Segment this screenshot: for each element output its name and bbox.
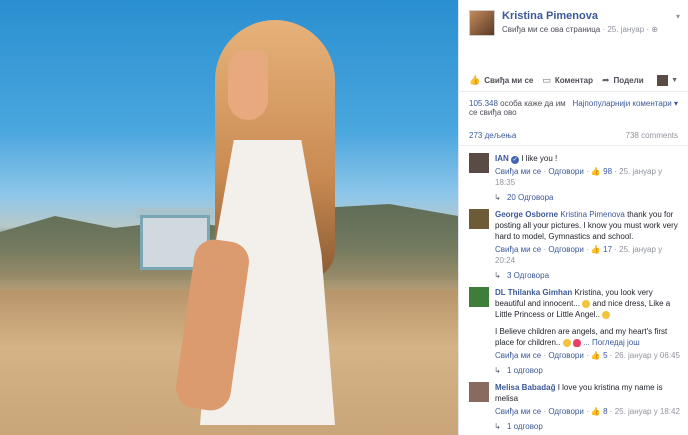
comment-meta: Свиђа ми се · Одговори · 👍 8 · 25. јануа… [495, 407, 680, 416]
comment-like-count[interactable]: 8 [603, 407, 607, 416]
comment-button[interactable]: ▭ Коментар [542, 75, 593, 86]
comment-author[interactable]: DL Thilanka Gimhan [495, 288, 572, 297]
comment-item: George Osborne Kristina Pimenova thank y… [459, 202, 688, 266]
reply-arrow-icon: ↳ [494, 271, 501, 280]
reply-arrow-icon: ↳ [494, 366, 501, 375]
view-replies-link[interactable]: ↳ 1 одговор [459, 417, 688, 431]
comment-mention[interactable]: Kristina Pimenova [560, 210, 624, 219]
post-side-panel: Kristina Pimenova Свиђа ми се ова страни… [458, 0, 688, 435]
smile-emoji-icon [582, 299, 591, 308]
post-photo[interactable] [0, 0, 458, 435]
smile-emoji-icon [602, 310, 611, 319]
comment-item: Melisa Babadağ I love you kristina my na… [459, 375, 688, 417]
comment-item: DL Thilanka Gimhan Kristina, you look ve… [459, 280, 688, 361]
comment-like-link[interactable]: Свиђа ми се [495, 167, 541, 176]
comment-text-paragraph: I Believe children are angels, and my he… [495, 327, 668, 347]
comment-reply-link[interactable]: Одговори [548, 351, 583, 360]
comment-meta: Свиђа ми се · Одговори · 👍 17 · 25. јану… [495, 245, 663, 265]
page-avatar[interactable] [469, 10, 495, 36]
heart-emoji-icon [572, 338, 581, 347]
see-more-link[interactable]: ... Погледај још [583, 338, 640, 347]
share-button[interactable]: ➦ Подели [602, 75, 644, 86]
avatar[interactable] [469, 153, 489, 173]
comment-reply-link[interactable]: Одговори [548, 407, 583, 416]
post-header: Kristina Pimenova Свиђа ми се ова страни… [459, 0, 688, 42]
comment-label: Коментар [554, 76, 593, 85]
comment-date[interactable]: 26. јануар у 06:45 [615, 351, 680, 360]
liked-page-label[interactable]: Свиђа ми се ова страница [502, 25, 600, 34]
photo-girl-face [228, 50, 268, 120]
verified-icon: ✓ [511, 156, 520, 164]
thumbs-up-icon: 👍 [590, 351, 601, 360]
comment-item: IAN ✓ I like you ! Свиђа ми се · Одговор… [459, 146, 688, 188]
view-replies-link[interactable]: ↳ 3 Одговора [459, 266, 688, 280]
thumbs-up-icon: 👍 [590, 407, 601, 416]
smile-emoji-icon [562, 338, 571, 347]
page-name[interactable]: Kristina Pimenova [502, 10, 658, 22]
reply-arrow-icon: ↳ [494, 422, 501, 431]
post-date[interactable]: 25. јануар [607, 25, 644, 34]
comment-icon: ▭ [542, 75, 551, 85]
action-bar: 👍 Свиђа ми се ▭ Коментар ➦ Подели ▼ [459, 62, 688, 92]
thumbs-up-icon: 👍 [590, 245, 601, 254]
like-label: Свиђа ми се [484, 76, 534, 85]
comment-meta: Свиђа ми се · Одговори · 👍 98 · 25. јану… [495, 167, 663, 187]
reply-arrow-icon: ↳ [494, 193, 501, 202]
sort-comments-dropdown[interactable]: Најпопуларнији коментари ▾ [573, 99, 678, 117]
comment-author[interactable]: IAN [495, 154, 509, 163]
chevron-down-icon[interactable]: ▾ [676, 12, 680, 21]
shares-comments-row: 273 дељења 738 comments [459, 125, 688, 146]
post-as-avatar[interactable] [657, 75, 669, 86]
share-icon: ➦ [602, 75, 610, 85]
comment-date[interactable]: 25. јануар у 18:42 [615, 407, 680, 416]
comment-like-count[interactable]: 5 [603, 351, 607, 360]
globe-icon: ⊕ [651, 25, 658, 34]
like-button[interactable]: 👍 Свиђа ми се [469, 75, 533, 86]
chevron-down-icon[interactable]: ▼ [671, 77, 678, 84]
comment-meta: Свиђа ми се · Одговори · 👍 5 · 26. јануа… [495, 351, 680, 360]
comment-like-count[interactable]: 17 [603, 245, 612, 254]
view-replies-link[interactable]: ↳ 20 Одговора [459, 188, 688, 202]
page-meta: Свиђа ми се ова страница · 25. јануар · … [502, 25, 658, 34]
comment-author[interactable]: Melisa Babadağ [495, 383, 555, 392]
comment-like-count[interactable]: 98 [603, 167, 612, 176]
avatar[interactable] [469, 382, 489, 402]
comment-like-link[interactable]: Свиђа ми се [495, 407, 541, 416]
comment-text: I like you ! [521, 154, 558, 163]
share-label: Подели [613, 76, 644, 85]
shares-count[interactable]: 273 дељења [469, 131, 516, 140]
thumbs-up-icon: 👍 [469, 75, 481, 85]
comments-count: 738 comments [625, 131, 678, 140]
likes-count[interactable]: 105.348 [469, 99, 498, 108]
comment-like-link[interactable]: Свиђа ми се [495, 245, 541, 254]
thumbs-up-icon: 👍 [590, 167, 601, 176]
avatar[interactable] [469, 287, 489, 307]
avatar[interactable] [469, 209, 489, 229]
comment-reply-link[interactable]: Одговори [548, 245, 583, 254]
view-replies-link[interactable]: ↳ 1 одговор [459, 361, 688, 375]
comment-like-link[interactable]: Свиђа ми се [495, 351, 541, 360]
comment-reply-link[interactable]: Одговори [548, 167, 583, 176]
likes-summary: 105.348 особа каже да им се свиђа ово На… [459, 92, 688, 119]
comment-author[interactable]: George Osborne [495, 210, 558, 219]
